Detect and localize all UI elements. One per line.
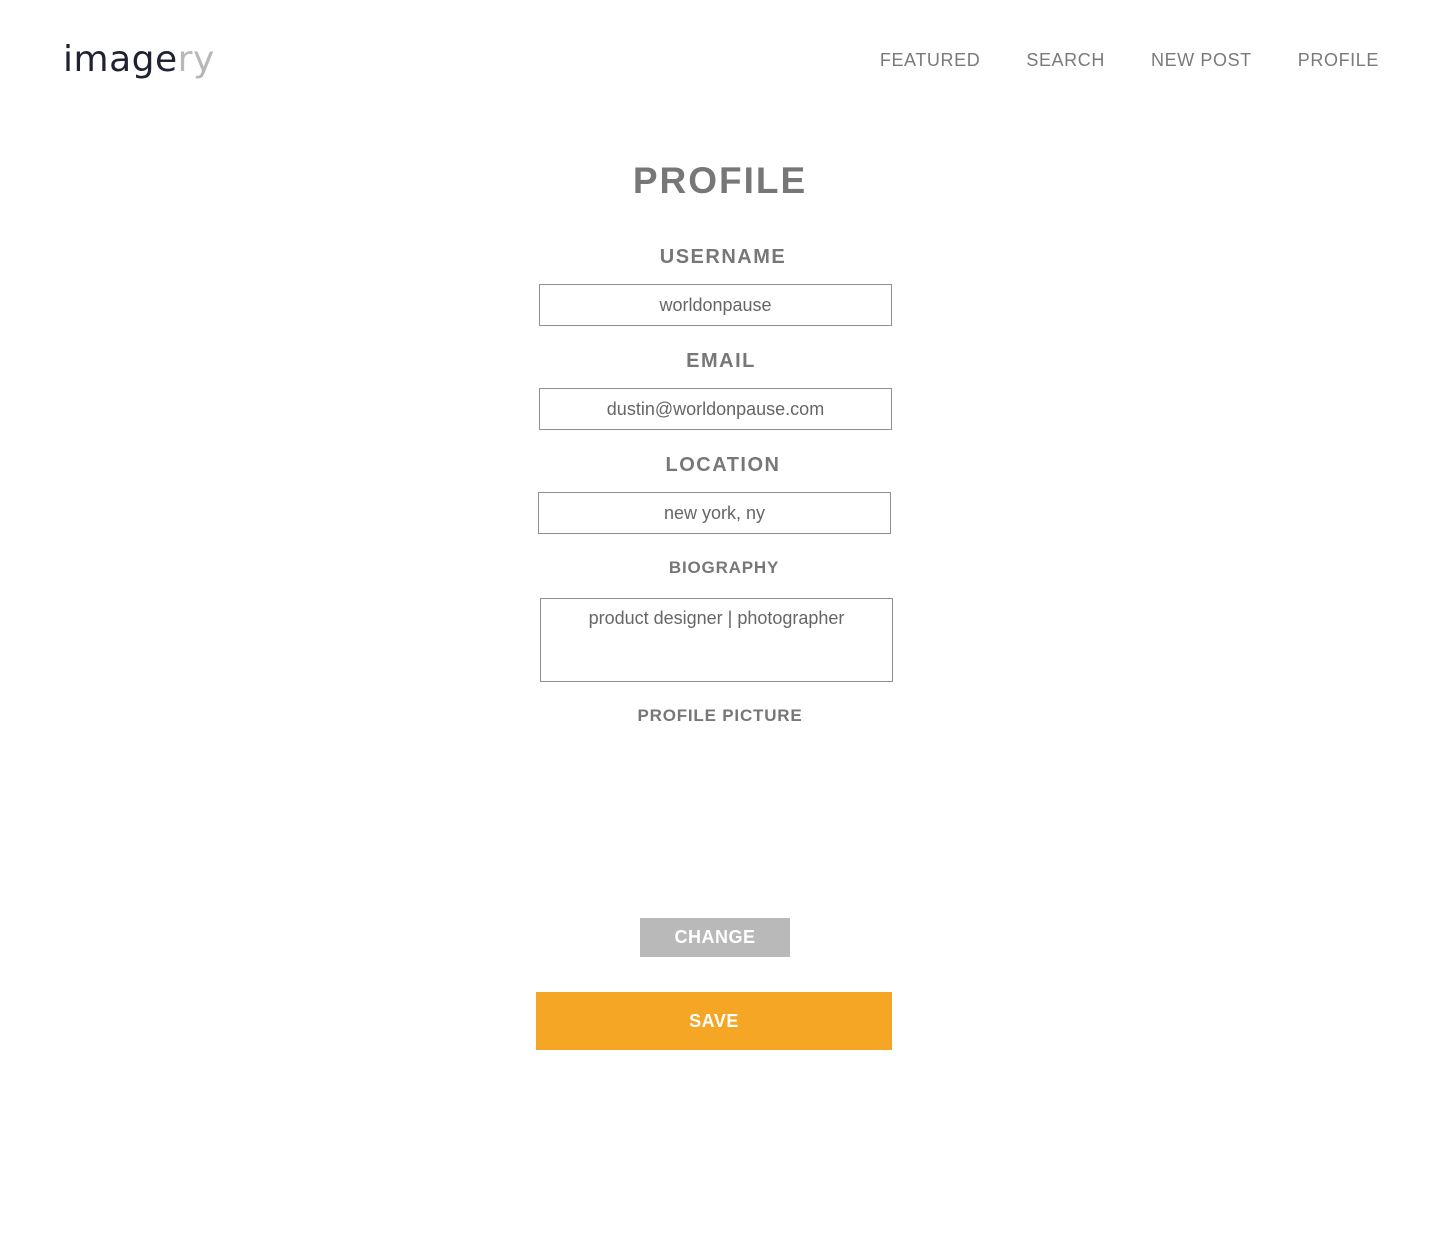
top-nav: FEATURED SEARCH NEW POST PROFILE: [834, 48, 1379, 72]
profile-picture-label: PROFILE PICTURE: [637, 706, 803, 725]
page-title: PROFILE: [632, 160, 808, 201]
change-picture-button[interactable]: CHANGE: [640, 918, 790, 957]
username-input[interactable]: [539, 284, 892, 326]
username-label: USERNAME: [659, 246, 787, 268]
email-label: EMAIL: [686, 350, 756, 372]
location-input[interactable]: [538, 492, 891, 534]
logo[interactable]: imagery: [63, 38, 215, 82]
biography-textarea[interactable]: product designer | photographer: [540, 598, 893, 682]
email-input[interactable]: [539, 388, 892, 430]
save-button[interactable]: SAVE: [536, 992, 892, 1050]
logo-text-primary: image: [63, 39, 178, 80]
logo-text-secondary: ry: [177, 39, 215, 80]
profile-picture-preview: [560, 740, 880, 905]
biography-label: BIOGRAPHY: [668, 558, 780, 577]
location-label: LOCATION: [665, 454, 781, 476]
nav-item-featured[interactable]: FEATURED: [880, 48, 980, 72]
nav-item-search[interactable]: SEARCH: [1026, 48, 1105, 72]
nav-item-new-post[interactable]: NEW POST: [1151, 48, 1252, 72]
nav-item-profile[interactable]: PROFILE: [1298, 48, 1379, 72]
